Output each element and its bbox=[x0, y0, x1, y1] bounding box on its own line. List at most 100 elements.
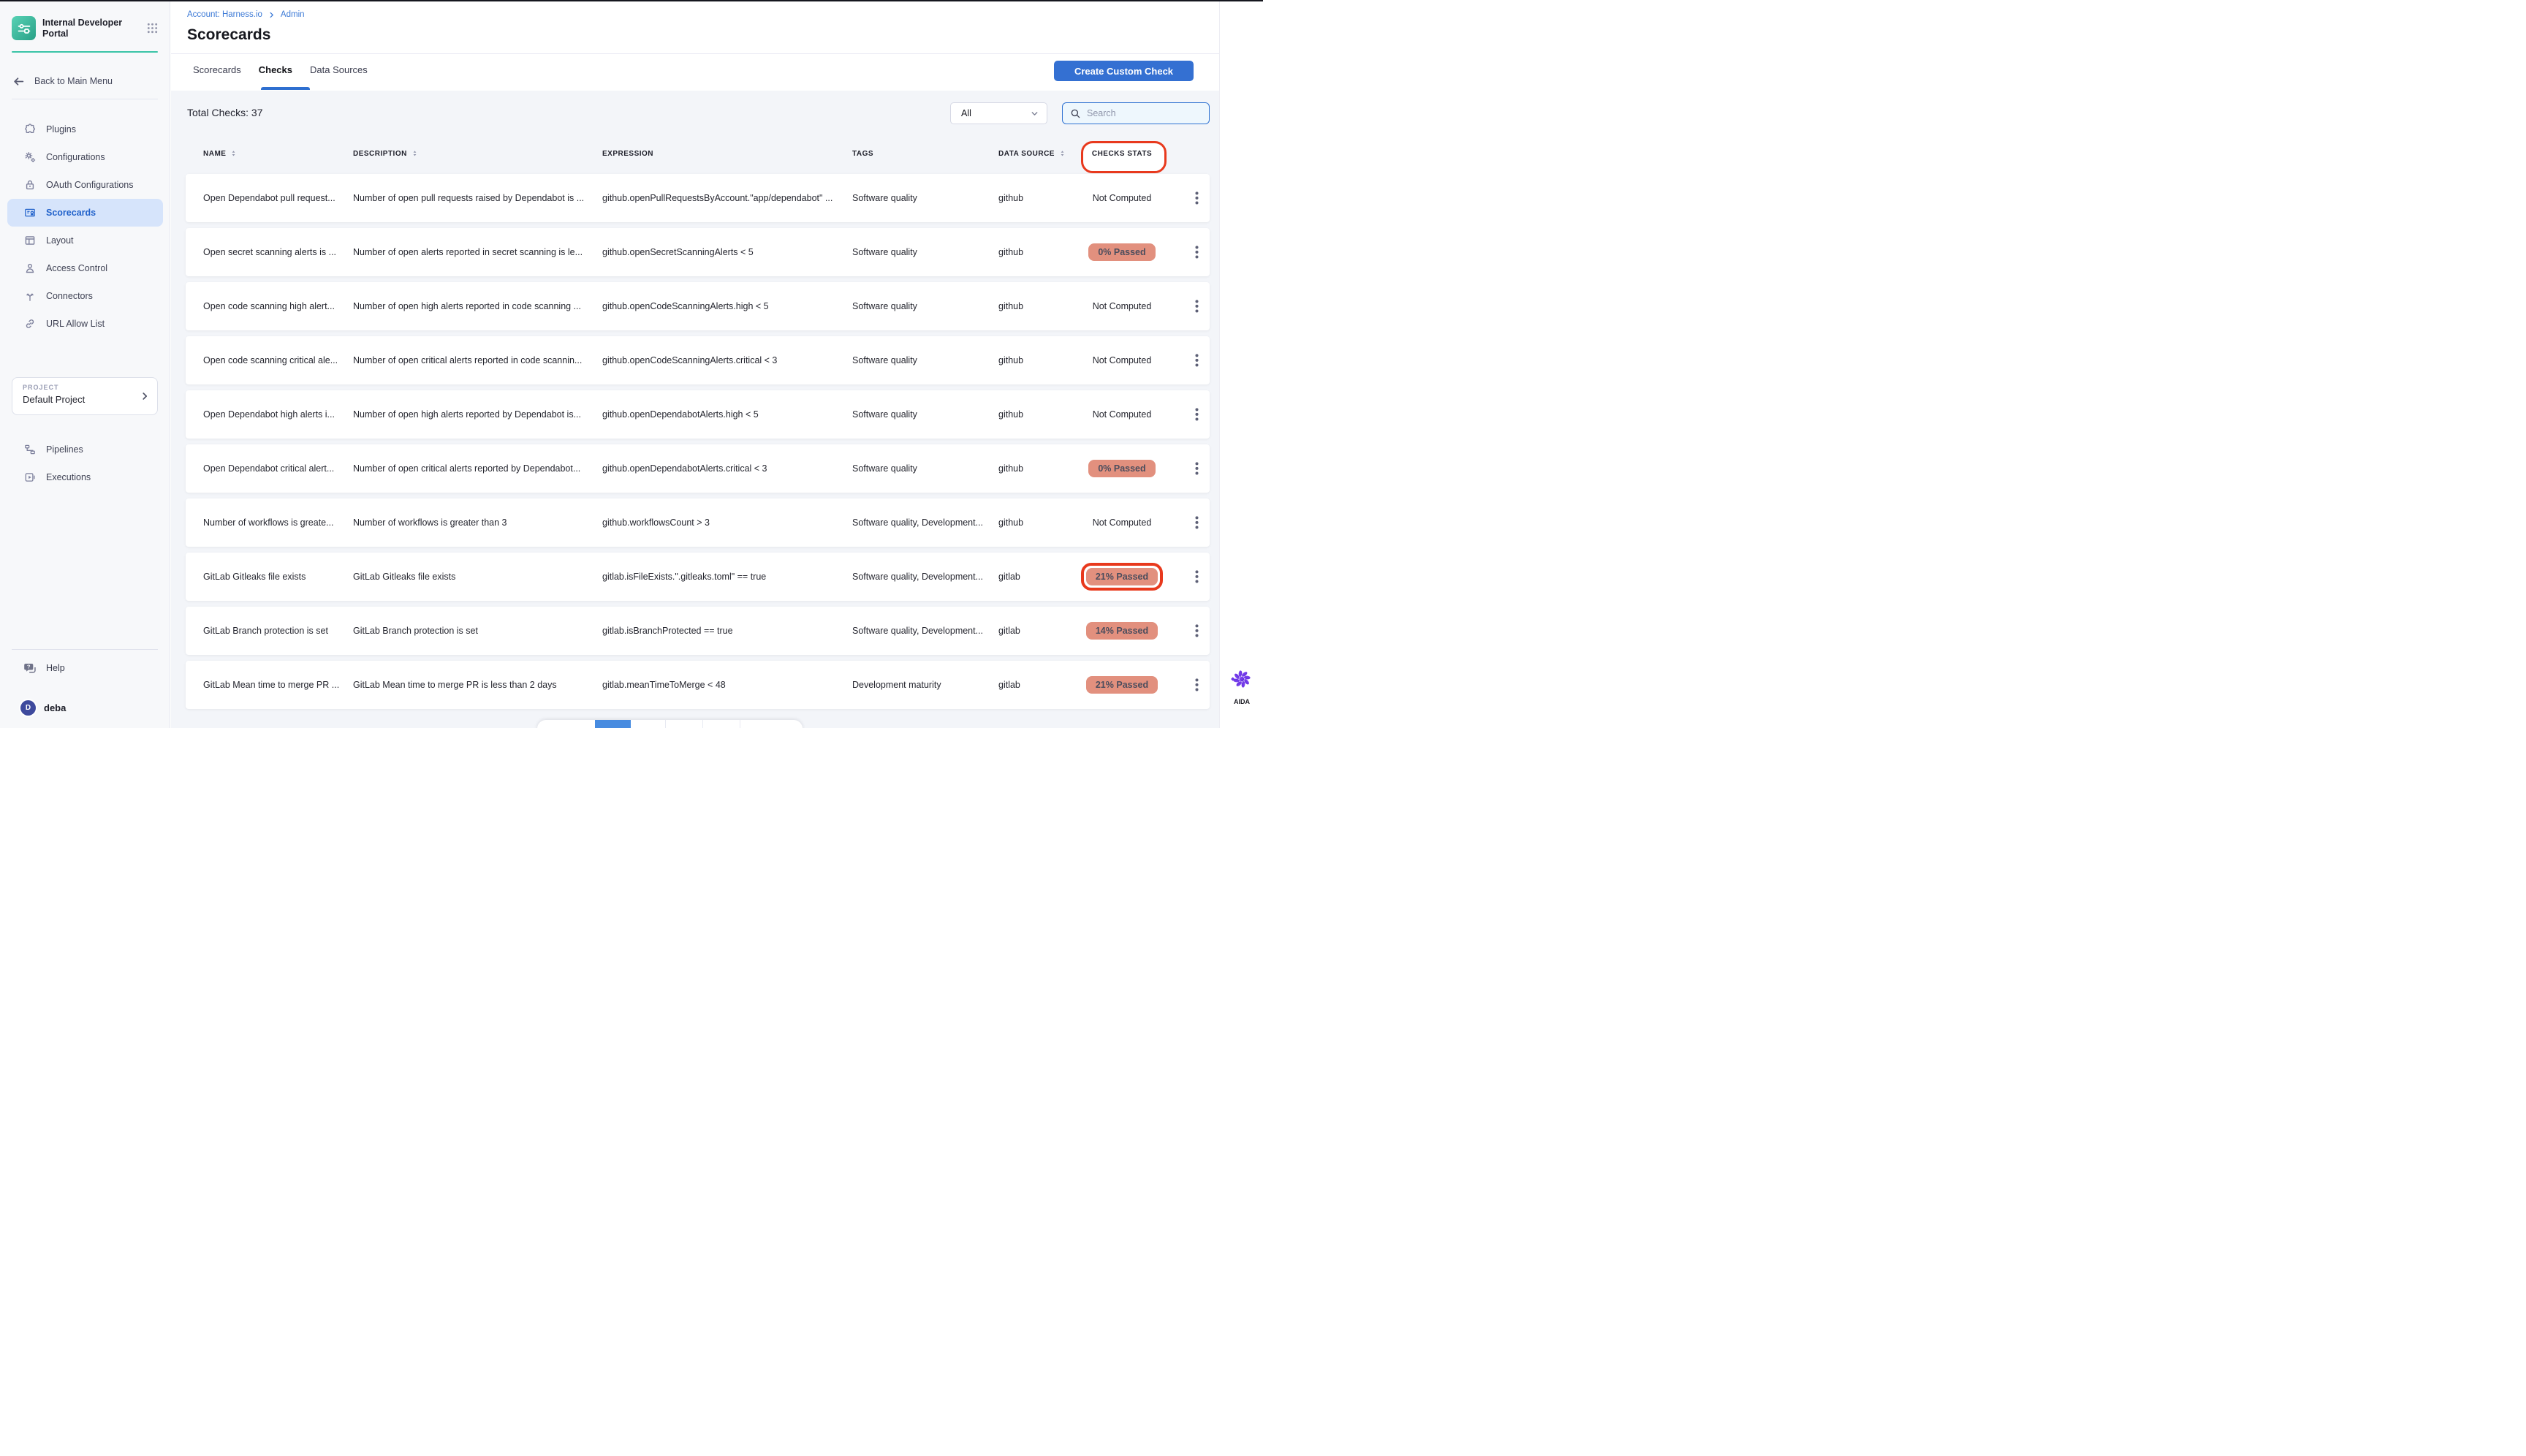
check-data-source: github bbox=[998, 247, 1060, 257]
row-menu-kebab-icon[interactable] bbox=[1192, 513, 1202, 532]
tab-checks[interactable]: Checks bbox=[259, 64, 292, 75]
check-tags: Development maturity bbox=[852, 680, 998, 690]
check-expression: gitlab.isFileExists.".gitleaks.toml" == … bbox=[602, 572, 852, 582]
table-row[interactable]: Open Dependabot critical alert... Number… bbox=[186, 444, 1210, 493]
chevron-right-icon bbox=[268, 11, 276, 19]
check-tags: Software quality bbox=[852, 301, 998, 311]
sidebar-item-scorecards[interactable]: Scorecards bbox=[7, 199, 163, 227]
user-name: deba bbox=[44, 702, 66, 713]
user-menu[interactable]: D deba bbox=[20, 699, 66, 716]
executions-icon bbox=[24, 471, 36, 483]
row-menu-kebab-icon[interactable] bbox=[1192, 621, 1202, 640]
check-expression: github.openDependabotAlerts.high < 5 bbox=[602, 409, 852, 420]
sidebar-item-layout[interactable]: Layout bbox=[7, 227, 163, 254]
pagination-bar[interactable] bbox=[537, 720, 803, 728]
checks-table-body: Open Dependabot pull request... Number o… bbox=[186, 174, 1210, 715]
app-title: Internal Developer Portal bbox=[42, 18, 129, 39]
check-stats: 21% Passed bbox=[1060, 676, 1184, 694]
column-header-data-source[interactable]: DATA SOURCE bbox=[998, 149, 1060, 158]
help-chat-icon: ? bbox=[23, 662, 37, 675]
check-expression: gitlab.isBranchProtected == true bbox=[602, 626, 852, 636]
window-top-edge bbox=[0, 0, 1263, 1]
svg-text:?: ? bbox=[27, 663, 31, 670]
sidebar-item-executions[interactable]: Executions bbox=[7, 463, 163, 491]
gears-icon bbox=[24, 151, 36, 163]
create-custom-check-button[interactable]: Create Custom Check bbox=[1054, 61, 1194, 81]
breadcrumb: Account: Harness.io Admin bbox=[187, 10, 305, 19]
row-menu-kebab-icon[interactable] bbox=[1192, 567, 1202, 586]
sidebar-accent-divider bbox=[12, 51, 158, 53]
apps-grid-icon[interactable] bbox=[146, 22, 159, 34]
table-row[interactable]: GitLab Gitleaks file exists GitLab Gitle… bbox=[186, 553, 1210, 601]
pagination-current-page[interactable] bbox=[595, 720, 631, 728]
row-menu-kebab-icon[interactable] bbox=[1192, 243, 1202, 262]
lock-icon bbox=[24, 179, 36, 191]
sidebar-item-access-control[interactable]: Access Control bbox=[7, 254, 163, 282]
data-source-filter-select[interactable]: All bbox=[950, 102, 1047, 124]
table-row[interactable]: Open secret scanning alerts is ... Numbe… bbox=[186, 228, 1210, 276]
sidebar-item-oauth-configurations[interactable]: OAuth Configurations bbox=[7, 171, 163, 199]
check-data-source: gitlab bbox=[998, 626, 1060, 636]
check-description: Number of open critical alerts reported … bbox=[353, 463, 602, 474]
row-menu-kebab-icon[interactable] bbox=[1192, 675, 1202, 694]
back-to-main-menu[interactable]: Back to Main Menu bbox=[12, 73, 158, 89]
check-tags: Software quality bbox=[852, 247, 998, 257]
check-data-source: github bbox=[998, 301, 1060, 311]
sidebar-item-plugins[interactable]: Plugins bbox=[7, 115, 163, 143]
tab-scorecards[interactable]: Scorecards bbox=[193, 64, 241, 75]
sidebar-item-url-allow-list[interactable]: URL Allow List bbox=[7, 310, 163, 338]
help-button[interactable]: ? Help bbox=[23, 660, 65, 676]
sidebar-item-pipelines[interactable]: Pipelines bbox=[7, 436, 163, 463]
divider bbox=[171, 53, 1219, 54]
check-expression: github.openCodeScanningAlerts.critical <… bbox=[602, 355, 852, 365]
check-name: Open secret scanning alerts is ... bbox=[203, 247, 353, 257]
table-row[interactable]: Open Dependabot high alerts i... Number … bbox=[186, 390, 1210, 439]
check-tags: Software quality, Development... bbox=[852, 517, 998, 528]
search-input[interactable] bbox=[1087, 108, 1203, 118]
table-row[interactable]: Open code scanning critical ale... Numbe… bbox=[186, 336, 1210, 384]
check-data-source: gitlab bbox=[998, 680, 1060, 690]
check-expression: gitlab.meanTimeToMerge < 48 bbox=[602, 680, 852, 690]
check-tags: Software quality bbox=[852, 193, 998, 203]
row-menu-kebab-icon[interactable] bbox=[1192, 297, 1202, 316]
tab-data-sources[interactable]: Data Sources bbox=[310, 64, 368, 75]
sidebar-project-nav: Pipelines Executions bbox=[7, 436, 163, 491]
row-menu-kebab-icon[interactable] bbox=[1192, 351, 1202, 370]
check-expression: github.workflowsCount > 3 bbox=[602, 517, 852, 528]
stats-badge: 21% Passed bbox=[1086, 676, 1158, 694]
table-row[interactable]: Number of workflows is greate... Number … bbox=[186, 498, 1210, 547]
chevron-right-icon bbox=[140, 391, 150, 401]
check-stats: Not Computed bbox=[1060, 301, 1184, 311]
sliders-logo-icon bbox=[16, 20, 32, 37]
row-menu-kebab-icon[interactable] bbox=[1192, 459, 1202, 478]
check-stats: Not Computed bbox=[1060, 409, 1184, 420]
check-stats: 0% Passed bbox=[1060, 460, 1184, 477]
column-header-description[interactable]: DESCRIPTION bbox=[353, 149, 602, 158]
column-header-name[interactable]: NAME bbox=[203, 149, 353, 158]
row-menu-kebab-icon[interactable] bbox=[1192, 405, 1202, 424]
sidebar-item-configurations[interactable]: Configurations bbox=[7, 143, 163, 171]
breadcrumb-account-link[interactable]: Account: Harness.io bbox=[187, 10, 262, 19]
breadcrumb-admin-link[interactable]: Admin bbox=[281, 10, 305, 19]
sidebar-nav: Plugins Configurations OAuth Configurati… bbox=[7, 115, 163, 338]
table-row[interactable]: Open code scanning high alert... Number … bbox=[186, 282, 1210, 330]
row-menu-kebab-icon[interactable] bbox=[1192, 189, 1202, 208]
check-name: Number of workflows is greate... bbox=[203, 517, 353, 528]
sidebar-item-connectors[interactable]: Connectors bbox=[7, 282, 163, 310]
table-row[interactable]: Open Dependabot pull request... Number o… bbox=[186, 174, 1210, 222]
check-description: Number of open alerts reported in secret… bbox=[353, 247, 602, 257]
column-header-tags: TAGS bbox=[852, 150, 998, 158]
project-selector[interactable]: PROJECT Default Project bbox=[12, 377, 158, 415]
column-header-expression: EXPRESSION bbox=[602, 150, 852, 158]
check-stats: Not Computed bbox=[1060, 517, 1184, 528]
puzzle-icon bbox=[24, 124, 36, 135]
check-description: Number of open high alerts reported by D… bbox=[353, 409, 602, 420]
check-expression: github.openPullRequestsByAccount."app/de… bbox=[602, 193, 852, 203]
check-data-source: github bbox=[998, 517, 1060, 528]
aida-flower-icon bbox=[1229, 667, 1254, 691]
table-row[interactable]: GitLab Branch protection is set GitLab B… bbox=[186, 607, 1210, 655]
check-description: GitLab Mean time to merge PR is less tha… bbox=[353, 680, 602, 690]
aida-label: AIDA bbox=[1220, 698, 1263, 705]
aida-assistant-button[interactable]: AIDA bbox=[1220, 667, 1263, 705]
table-row[interactable]: GitLab Mean time to merge PR ... GitLab … bbox=[186, 661, 1210, 709]
